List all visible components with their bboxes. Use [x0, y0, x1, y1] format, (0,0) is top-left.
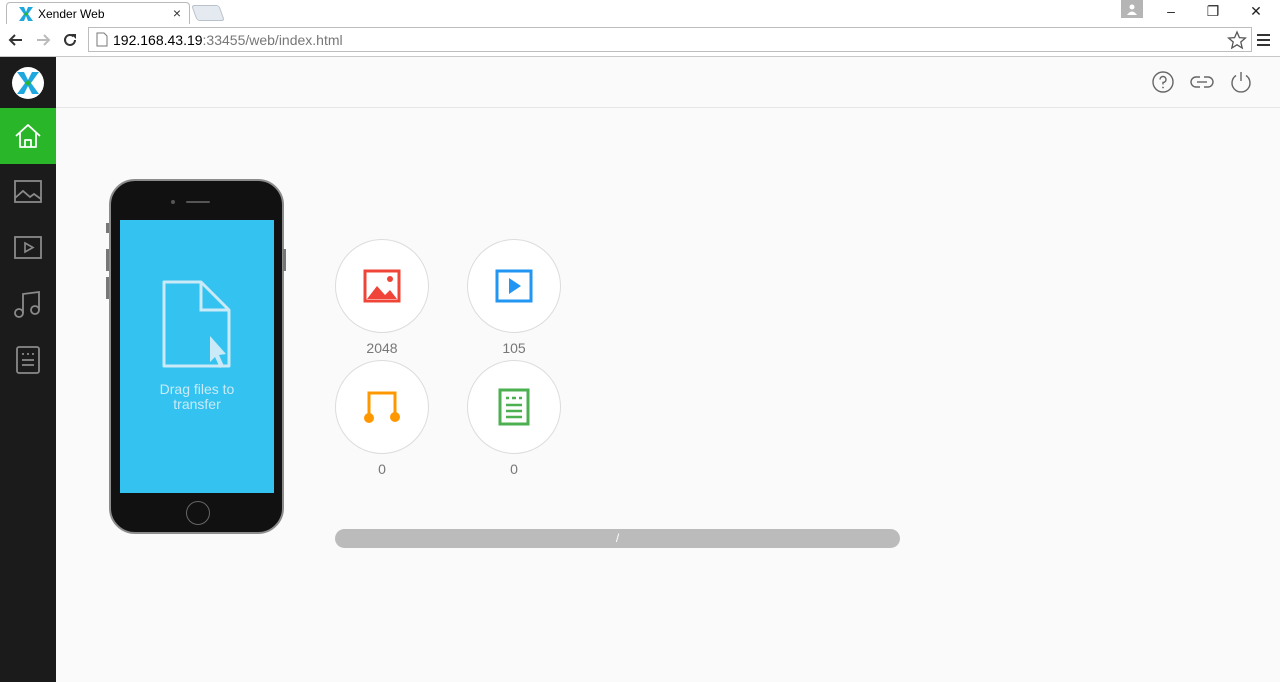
videos-category-button[interactable] [467, 239, 561, 333]
sidebar-item-music[interactable] [0, 276, 56, 332]
images-count: 2048 [366, 340, 398, 356]
xender-favicon-icon [19, 7, 33, 21]
phone-side-button [106, 277, 109, 299]
phone-speaker [186, 201, 210, 203]
music-category-button[interactable] [335, 360, 429, 454]
power-icon[interactable] [1229, 70, 1253, 94]
back-arrow-icon [8, 34, 22, 46]
category-videos[interactable]: 105 [467, 239, 561, 356]
video-icon [14, 236, 42, 259]
phone-home-button [186, 501, 210, 525]
sidebar-item-documents[interactable] [0, 332, 56, 388]
tab-title: Xender Web [38, 7, 105, 21]
app-header [56, 57, 1280, 108]
drag-file-icon [162, 280, 231, 368]
sidebar-item-videos[interactable] [0, 220, 56, 276]
link-icon[interactable] [1190, 70, 1214, 94]
drop-zone-text: Drag files to transfer [159, 381, 235, 412]
sidebar-item-home[interactable] [0, 108, 56, 164]
document-icon [16, 346, 40, 374]
category-documents[interactable]: 0 [467, 360, 561, 477]
image-category-icon [363, 269, 401, 303]
documents-count: 0 [510, 461, 518, 477]
sidebar [0, 57, 56, 682]
images-category-button[interactable] [335, 239, 429, 333]
xender-logo [12, 67, 44, 99]
forward-arrow-icon [37, 34, 51, 46]
transfer-progress-bar: / [335, 529, 900, 548]
image-icon [14, 180, 42, 203]
address-url: 192.168.43.19:33455/web/index.html [113, 32, 343, 48]
forward-button[interactable] [33, 30, 53, 50]
transfer-progress-label: / [615, 531, 620, 545]
close-window-button[interactable]: ✕ [1236, 0, 1276, 22]
new-tab-button[interactable] [191, 5, 225, 21]
phone-side-button [106, 223, 109, 233]
phone-camera [171, 200, 175, 204]
restore-button[interactable]: ❐ [1193, 0, 1233, 22]
browser-titlebar: Xender Web × – ❐ ✕ [0, 0, 1280, 24]
xender-logo-icon [17, 72, 39, 94]
browser-tab[interactable]: Xender Web × [6, 2, 190, 24]
help-icon[interactable] [1151, 70, 1175, 94]
phone-side-button [283, 249, 286, 271]
reload-icon [64, 33, 76, 46]
phone-mockup: Drag files to transfer [106, 179, 286, 534]
browser-menu-icon[interactable] [1256, 32, 1272, 48]
music-icon [14, 290, 40, 318]
address-bar[interactable]: 192.168.43.19:33455/web/index.html [88, 27, 1252, 52]
minimize-button[interactable]: – [1151, 0, 1191, 22]
category-images[interactable]: 2048 [335, 239, 429, 356]
browser-toolbar: 192.168.43.19:33455/web/index.html [0, 24, 1280, 57]
reload-button[interactable] [60, 30, 80, 50]
video-category-icon [495, 269, 533, 303]
user-icon [1127, 4, 1137, 15]
tab-close-icon[interactable]: × [173, 5, 181, 21]
page-icon [96, 32, 108, 47]
back-button[interactable] [6, 30, 26, 50]
phone-side-button [106, 249, 109, 271]
music-count: 0 [378, 461, 386, 477]
user-profile-button[interactable] [1121, 0, 1143, 18]
home-icon [15, 124, 41, 148]
drop-zone[interactable]: Drag files to transfer [120, 220, 274, 493]
videos-count: 105 [502, 340, 526, 356]
documents-category-button[interactable] [467, 360, 561, 454]
category-music[interactable]: 0 [335, 360, 429, 477]
sidebar-item-images[interactable] [0, 164, 56, 220]
bookmark-star-icon[interactable] [1227, 30, 1247, 50]
music-category-icon [364, 391, 400, 423]
document-category-icon [498, 388, 530, 426]
